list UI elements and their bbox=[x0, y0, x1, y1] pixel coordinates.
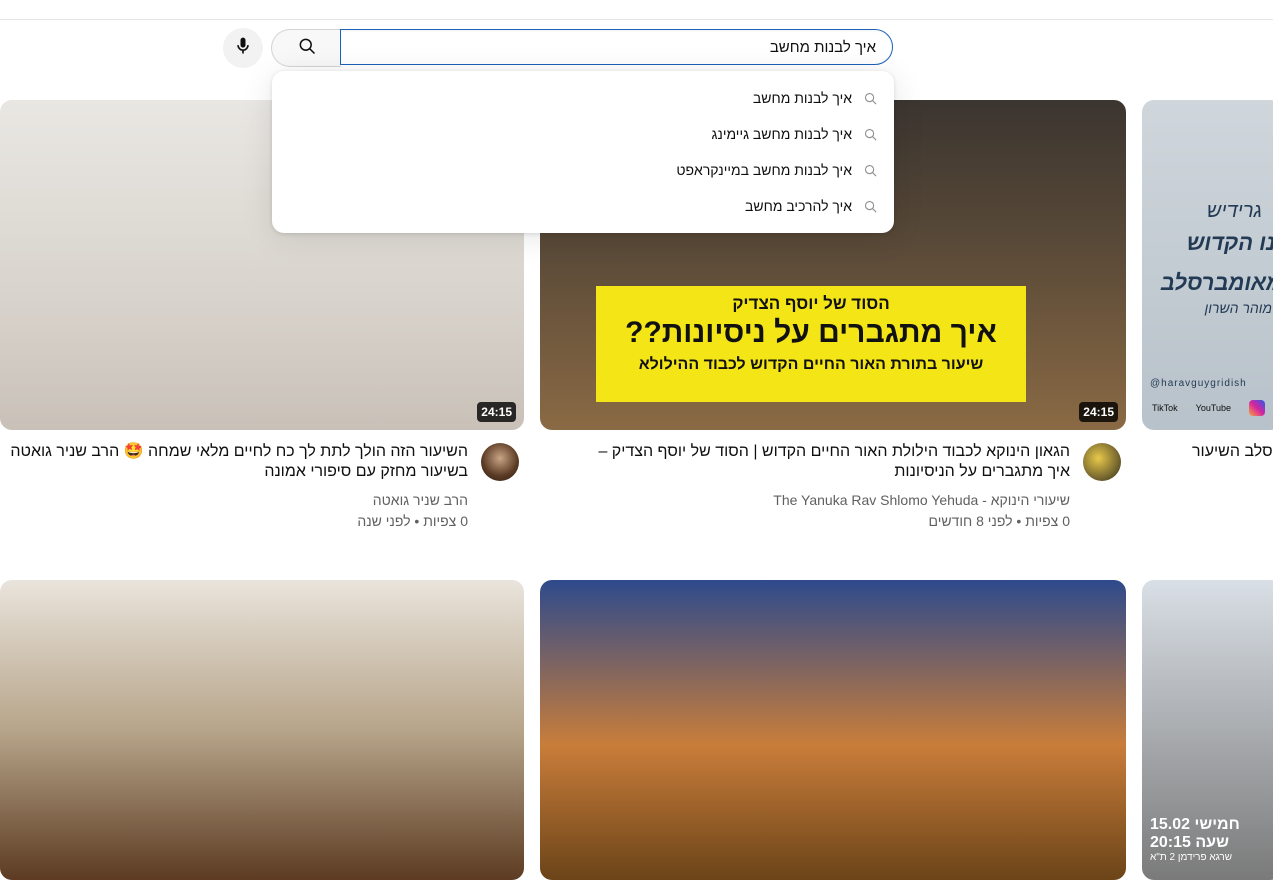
suggestion-item[interactable]: איך לבנות מחשב גיימינג bbox=[272, 116, 894, 152]
video-thumbnail[interactable] bbox=[540, 580, 1126, 880]
video-title[interactable]: הגאון הינוקא לכבוד הילולת האור החיים הקד… bbox=[590, 442, 1070, 482]
suggestion-text: איך לבנות מחשב במיינקראפט bbox=[676, 162, 852, 178]
video-title[interactable]: השיעור הזה הולך לתת לך כח לחיים מלאי שמח… bbox=[0, 442, 468, 482]
duration-badge: 24:15 bbox=[477, 402, 516, 422]
youtube-icon: YouTube bbox=[1195, 403, 1232, 413]
video-thumbnail[interactable]: גרידיש ינו הקדוש מאומברסלב מוהר השרון @h… bbox=[1142, 100, 1273, 430]
suggestion-text: איך לבנות מחשב bbox=[752, 90, 852, 106]
tiktok-icon: TikTok bbox=[1152, 403, 1178, 413]
voice-search-button[interactable] bbox=[223, 28, 263, 68]
thumbnail-text: חמישי 15.02 bbox=[1150, 816, 1240, 833]
search-input[interactable] bbox=[340, 29, 893, 65]
search-button[interactable] bbox=[271, 29, 341, 67]
video-thumbnail[interactable]: חמישי 15.02 שעה 20:15 שרגא פרידמן 2 ת"א bbox=[1142, 580, 1273, 880]
social-icons: TikTok YouTube bbox=[1152, 400, 1266, 416]
duration-badge: 24:15 bbox=[1079, 402, 1118, 422]
video-stats: 0 צפיות • לפני שנה bbox=[357, 513, 468, 529]
thumbnail-text: שרגא פרידמן 2 ת"א bbox=[1150, 852, 1233, 863]
suggestion-text: איך להרכיב מחשב bbox=[745, 198, 852, 214]
thumbnail-text: הסוד של יוסף הצדיק bbox=[732, 294, 890, 313]
thumbnail-text: שיעור בתורת האור החיים הקדוש לכבוד ההילו… bbox=[638, 356, 984, 373]
search-icon bbox=[862, 126, 878, 142]
thumbnail-text: מאומברסלב bbox=[1160, 270, 1273, 295]
thumbnail-text: ינו הקדוש bbox=[1186, 230, 1273, 255]
thumbnail-text: איך מתגברים על ניסיונות?? bbox=[625, 316, 997, 349]
search-suggestions: איך לבנות מחשב איך לבנות מחשב גיימינג אי… bbox=[272, 71, 894, 233]
channel-name[interactable]: שיעורי הינוקא - The Yanuka Rav Shlomo Ye… bbox=[773, 490, 1070, 510]
suggestion-item[interactable]: איך לבנות מחשב bbox=[272, 80, 894, 116]
thumbnail-text: שעה 20:15 bbox=[1150, 834, 1229, 851]
mic-icon bbox=[233, 36, 253, 61]
search-icon bbox=[862, 90, 878, 106]
video-stats: 0 צפיות • לפני 8 חודשים bbox=[928, 513, 1070, 529]
video-thumbnail[interactable] bbox=[0, 580, 524, 880]
search-icon bbox=[862, 198, 878, 214]
thumbnail-text: גרידיש bbox=[1206, 200, 1262, 222]
thumbnail-banner: הסוד של יוסף הצדיק איך מתגברים על ניסיונ… bbox=[596, 286, 1026, 402]
video-title[interactable]: סלב השיעור bbox=[1192, 442, 1273, 462]
suggestion-item[interactable]: איך לבנות מחשב במיינקראפט bbox=[272, 152, 894, 188]
search-icon bbox=[862, 162, 878, 178]
search-icon bbox=[297, 36, 317, 61]
thumbnail-text: @haravguygridish bbox=[1150, 378, 1247, 389]
suggestion-item[interactable]: איך להרכיב מחשב bbox=[272, 188, 894, 224]
top-bar bbox=[0, 0, 1273, 20]
suggestion-text: איך לבנות מחשב גיימינג bbox=[711, 126, 852, 142]
instagram-icon bbox=[1249, 400, 1266, 416]
channel-avatar[interactable] bbox=[1083, 443, 1121, 481]
thumbnail-text: מוהר השרון bbox=[1204, 300, 1272, 316]
channel-name[interactable]: הרב שניר גואטה bbox=[373, 490, 468, 510]
channel-avatar[interactable] bbox=[481, 443, 519, 481]
